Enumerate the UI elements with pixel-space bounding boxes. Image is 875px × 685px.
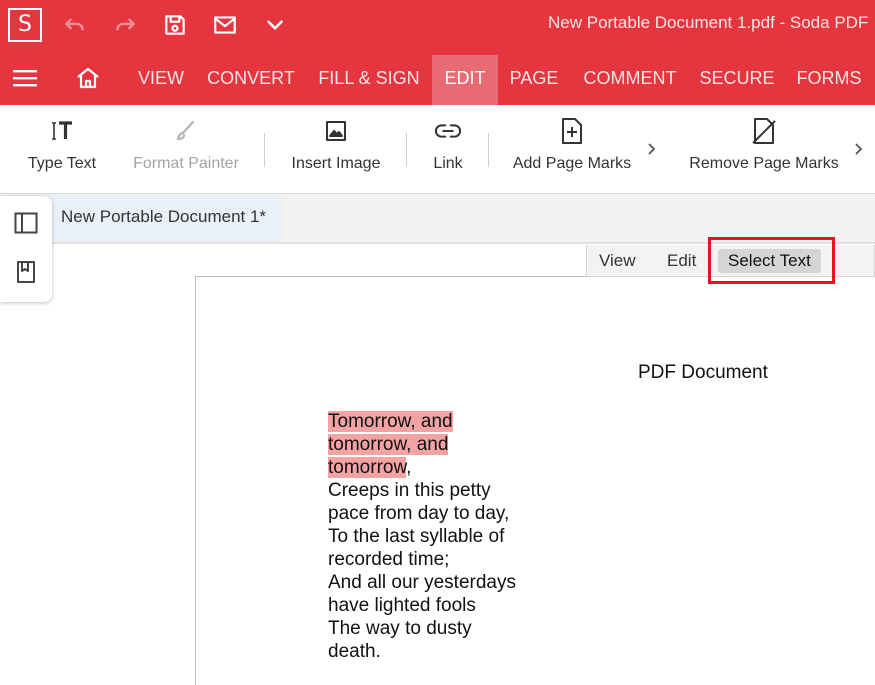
view-mode-button[interactable]: View (589, 249, 646, 273)
type-text-icon (48, 117, 76, 145)
tab-page[interactable]: PAGE (502, 55, 566, 105)
insert-image-label: Insert Image (291, 155, 381, 172)
text-line: tomorrow, and (328, 433, 548, 456)
toolbar-divider (264, 133, 265, 167)
window-title: New Portable Document 1.pdf - Soda PDF (548, 13, 869, 32)
tab-edit[interactable]: EDIT (432, 55, 498, 105)
text-suffix: , (406, 457, 412, 478)
selected-text: Tomorrow, and (328, 411, 453, 432)
text-line: Creeps in this petty (328, 480, 491, 501)
app-logo[interactable]: S (8, 8, 42, 42)
link-icon (434, 117, 462, 145)
sidebar-toggle-icon[interactable] (13, 210, 39, 236)
remove-page-marks-label: Remove Page Marks (689, 155, 839, 172)
add-page-marks-label: Add Page Marks (512, 155, 632, 172)
tab-comment[interactable]: COMMENT (574, 55, 686, 105)
side-panel (0, 196, 52, 302)
tab-forms[interactable]: FORMS (788, 55, 870, 105)
text-line: And all our yesterdays (328, 572, 516, 593)
ribbon-tab-bar: VIEW CONVERT FILL & SIGN EDIT PAGE COMME… (0, 50, 875, 105)
edit-mode-button[interactable]: Edit (657, 249, 706, 273)
title-bar: S New Portable Document 1.pdf - Soda PDF (0, 0, 875, 50)
add-page-icon (558, 117, 586, 145)
toolbar-divider (488, 133, 489, 167)
selected-text: tomorrow, and (328, 434, 449, 455)
format-painter-button[interactable]: Format Painter (126, 105, 246, 194)
text-line: tomorrow, (328, 456, 548, 479)
tab-convert[interactable]: CONVERT (200, 55, 302, 105)
brush-icon (172, 117, 200, 145)
bookmark-icon[interactable] (13, 259, 39, 285)
add-page-marks-button[interactable]: Add Page Marks (508, 105, 636, 194)
document-tab[interactable]: New Portable Document 1* (52, 194, 282, 242)
save-icon[interactable] (158, 8, 192, 42)
link-label: Link (433, 155, 463, 172)
chevron-right-icon[interactable] (851, 139, 865, 159)
chevron-right-icon[interactable] (644, 139, 658, 159)
edit-toolbar: Type Text Format Painter Insert Image Li… (0, 105, 875, 194)
chevron-down-icon[interactable] (258, 8, 292, 42)
image-icon (322, 117, 350, 145)
text-line: pace from day to day, (328, 503, 510, 524)
text-line: To the last syllable of (328, 526, 505, 547)
text-line: death. (328, 641, 381, 662)
type-text-label: Type Text (27, 155, 97, 172)
menu-icon[interactable] (10, 64, 40, 92)
insert-image-button[interactable]: Insert Image (283, 105, 389, 194)
toolbar-divider (406, 133, 407, 167)
highlight-annotation (708, 237, 835, 284)
type-text-button[interactable]: Type Text (18, 105, 106, 194)
pdf-heading: PDF Document (638, 362, 768, 383)
redo-icon[interactable] (108, 8, 142, 42)
poem-text[interactable]: Tomorrow, and tomorrow, and tomorrow, Cr… (328, 410, 548, 663)
tab-view[interactable]: VIEW (128, 55, 194, 105)
text-line: recorded time; (328, 549, 450, 570)
link-button[interactable]: Link (422, 105, 474, 194)
selected-text: tomorrow (328, 457, 407, 478)
remove-page-marks-button[interactable]: Remove Page Marks (686, 105, 842, 194)
home-icon[interactable] (72, 64, 104, 92)
text-line: have lighted fools (328, 595, 476, 616)
tab-secure[interactable]: SECURE (694, 55, 780, 105)
remove-page-icon (750, 117, 778, 145)
soda-pdf-window: S New Portable Document 1.pdf - Soda PDF… (0, 0, 875, 685)
tab-fill-sign[interactable]: FILL & SIGN (310, 55, 428, 105)
mail-icon[interactable] (208, 8, 242, 42)
format-painter-label: Format Painter (133, 155, 239, 172)
text-line: The way to dusty (328, 618, 472, 639)
undo-icon[interactable] (58, 8, 92, 42)
text-line: Tomorrow, and (328, 410, 548, 433)
